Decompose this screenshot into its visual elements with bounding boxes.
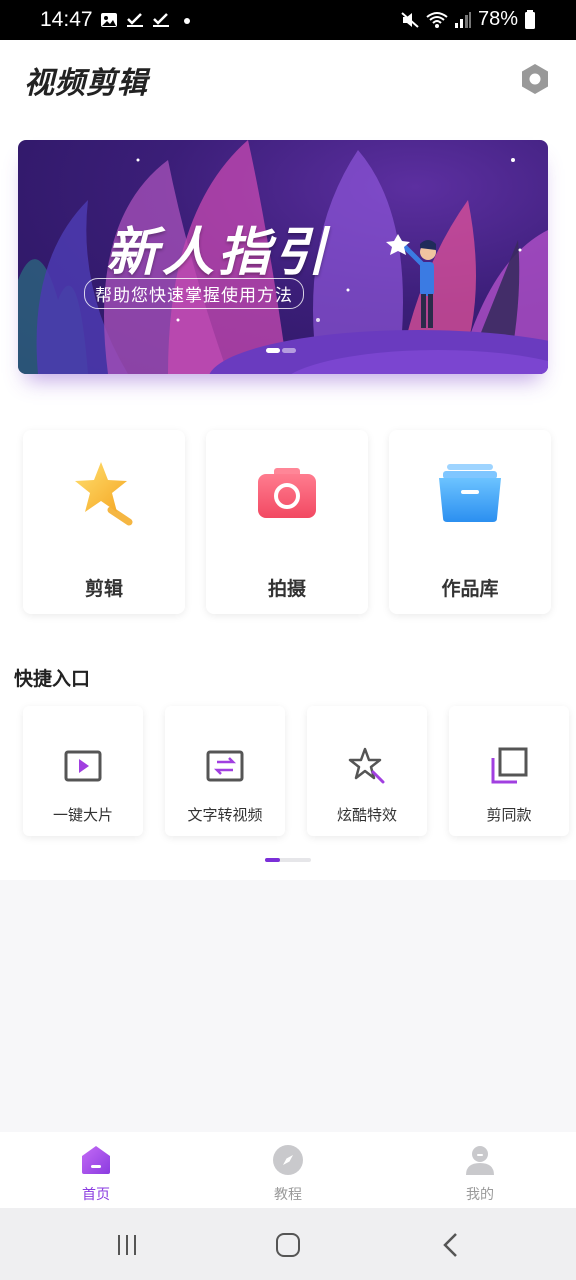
- cool-effects-button[interactable]: 炫酷特效: [307, 706, 427, 836]
- same-template-button[interactable]: 剪同款: [449, 706, 569, 836]
- pagination-dot-active: [266, 348, 280, 353]
- text-to-video-button[interactable]: 文字转视频: [165, 706, 285, 836]
- back-icon[interactable]: [436, 1230, 466, 1260]
- recent-apps-icon[interactable]: [112, 1230, 142, 1260]
- wifi-icon: [426, 11, 448, 28]
- pagination-dot: [282, 348, 296, 353]
- check-icon: [127, 13, 143, 27]
- system-nav-bar: [0, 1208, 576, 1280]
- tab-tutorial-label: 教程: [274, 1187, 302, 1203]
- battery-icon: [525, 9, 535, 29]
- quick-entry-title: 快捷入口: [14, 668, 91, 690]
- tab-mine[interactable]: 我的: [430, 1144, 530, 1208]
- status-time: 14:47: [40, 8, 93, 31]
- one-click-video-button[interactable]: 一键大片: [23, 706, 143, 836]
- banner-pagination: [266, 348, 296, 353]
- same-template-label: 剪同款: [486, 806, 532, 824]
- tab-home[interactable]: 首页: [46, 1144, 146, 1208]
- status-notification-icons: [100, 12, 196, 28]
- tab-mine-label: 我的: [466, 1187, 494, 1203]
- swap-screen-icon: [206, 750, 244, 782]
- mute-icon: [401, 11, 419, 28]
- library-label: 作品库: [441, 578, 499, 600]
- status-bar: 14:47 78%: [0, 0, 576, 40]
- play-screen-icon: [64, 750, 102, 782]
- home-button-icon[interactable]: [273, 1230, 303, 1260]
- star-wand-icon: [75, 462, 133, 526]
- quick-entry-page-indicator: [265, 858, 311, 862]
- user-icon: [466, 1146, 494, 1175]
- home-icon: [82, 1146, 110, 1174]
- shoot-label: 拍摄: [267, 578, 306, 600]
- folder-box-icon: [439, 464, 501, 522]
- edit-card[interactable]: 剪辑: [23, 430, 185, 614]
- banner-subtitle: 帮助您快速掌握使用方法: [84, 278, 304, 309]
- status-system-icons: 78%: [400, 8, 536, 31]
- battery-percentage: 78%: [477, 8, 518, 30]
- text-to-video-label: 文字转视频: [187, 806, 263, 824]
- library-card[interactable]: 作品库: [389, 430, 551, 614]
- one-click-video-label: 一键大片: [52, 806, 113, 824]
- dot-icon: [184, 18, 190, 24]
- compass-icon: [273, 1145, 303, 1175]
- app-title: 视频剪辑: [24, 66, 148, 101]
- shoot-card[interactable]: 拍摄: [206, 430, 368, 614]
- guide-banner[interactable]: 新人指引 帮助您快速掌握使用方法: [18, 140, 548, 374]
- image-icon: [101, 13, 117, 27]
- edit-label: 剪辑: [84, 578, 123, 600]
- check-icon: [153, 13, 169, 27]
- copy-layers-icon: [491, 747, 528, 784]
- app-header: 视频剪辑: [0, 40, 576, 120]
- hexagon-settings-icon[interactable]: [518, 62, 552, 96]
- camera-icon: [258, 468, 316, 518]
- empty-area: [0, 880, 576, 1132]
- tab-home-label: 首页: [82, 1187, 110, 1203]
- star-effect-icon: [348, 747, 385, 784]
- signal-icon: [454, 11, 471, 28]
- cool-effects-label: 炫酷特效: [336, 806, 397, 824]
- banner-title: 新人指引: [106, 223, 331, 283]
- page-indicator-active: [265, 858, 280, 862]
- bottom-tab-bar: 首页 教程 我的: [0, 1132, 576, 1208]
- tab-tutorial[interactable]: 教程: [238, 1144, 338, 1208]
